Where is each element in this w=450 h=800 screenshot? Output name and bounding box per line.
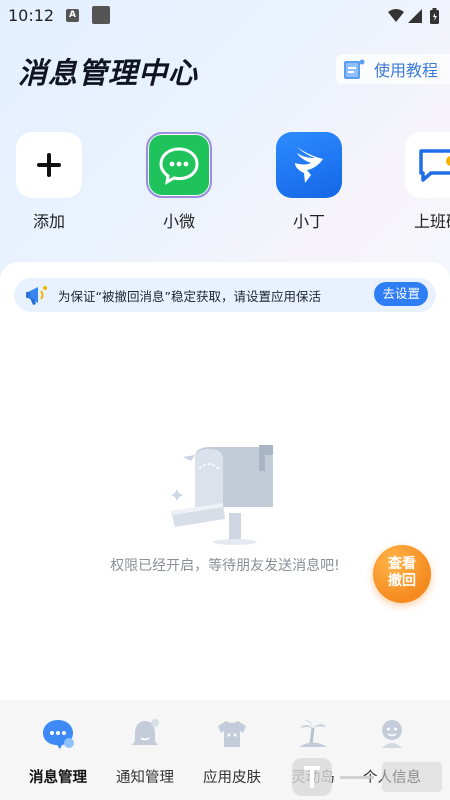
keepalive-notice: 为保证“被撤回消息”稳定获取，请设置应用保活 去设置 <box>14 278 436 312</box>
app-label: 小微 <box>162 212 195 231</box>
status-time: 10:12 <box>8 6 55 25</box>
nav-item-notification-management[interactable]: 通知管理 <box>100 716 190 787</box>
notice-text: 为保证“被撤回消息”稳定获取，请设置应用保活 <box>58 288 321 304</box>
tutorial-button[interactable]: 使用教程 <box>336 54 450 84</box>
app-item-shangban[interactable]: 上班研 <box>398 132 450 232</box>
status-right-icons <box>386 7 442 29</box>
fab-line1: 查看 <box>388 556 416 572</box>
dingtalk-icon <box>276 132 342 198</box>
app-label: 添加 <box>32 212 65 231</box>
nav-label: 消息管理 <box>29 770 87 786</box>
mailbox-illustration <box>171 445 273 545</box>
plus-icon <box>16 132 82 198</box>
book-icon <box>344 59 365 79</box>
app-item-add[interactable]: 添加 <box>9 132 89 232</box>
nav-label: 应用皮肤 <box>203 770 261 786</box>
island-icon <box>299 720 327 747</box>
app-list: 添加 小微 小丁 上班研 <box>0 132 450 242</box>
wifi-icon <box>388 9 404 22</box>
app-item-xiaowei[interactable]: 小微 <box>139 132 219 232</box>
nav-item-message-management[interactable]: 消息管理 <box>13 716 103 787</box>
message-icon <box>43 720 74 749</box>
app-label: 小丁 <box>292 212 325 231</box>
view-recalled-button[interactable]: 查看 撤回 <box>373 545 431 603</box>
bell-icon <box>132 719 159 745</box>
tutorial-label: 使用教程 <box>374 61 439 80</box>
page-title: 消息管理中心 <box>18 56 199 90</box>
nav-label: 通知管理 <box>116 770 174 786</box>
cellular-icon <box>408 9 422 23</box>
fab-line2: 撤回 <box>388 573 416 589</box>
user-icon <box>382 720 402 748</box>
nav-item-app-skin[interactable]: 应用皮肤 <box>187 716 277 787</box>
status-bar: 10:12 A <box>0 0 450 32</box>
app-label: 上班研 <box>413 212 450 231</box>
watermark-logo <box>292 758 442 796</box>
go-settings-button[interactable]: 去设置 <box>374 282 428 306</box>
chat-bubble-icon <box>405 132 450 198</box>
battery-icon <box>430 8 439 24</box>
wechat-icon <box>146 132 212 198</box>
notification-a-icon: A <box>66 9 79 22</box>
app-item-xiaoding[interactable]: 小丁 <box>269 132 349 232</box>
tshirt-icon <box>218 721 246 747</box>
notification-square-icon <box>92 6 110 24</box>
megaphone-icon <box>26 286 47 305</box>
